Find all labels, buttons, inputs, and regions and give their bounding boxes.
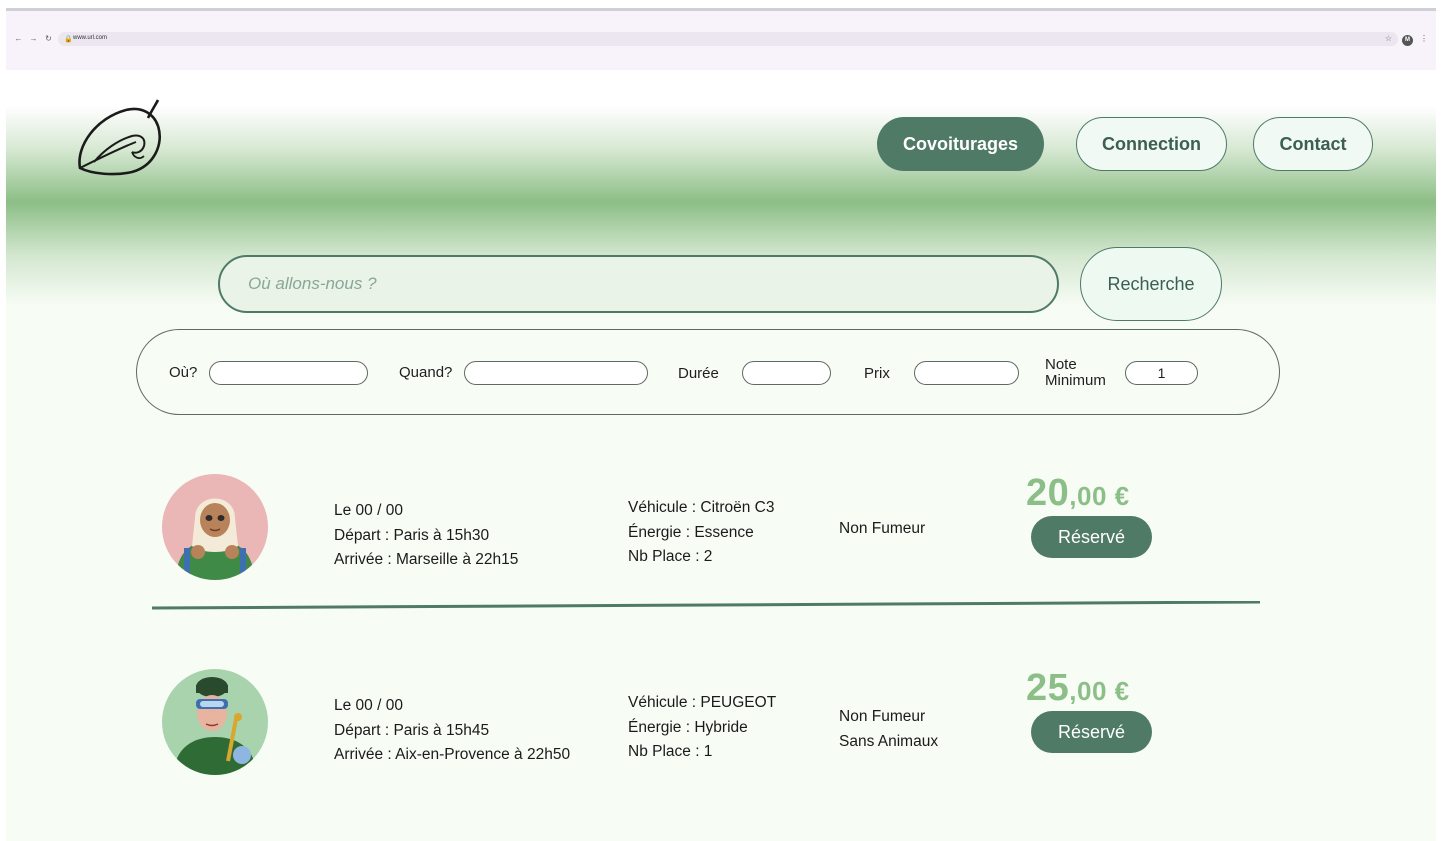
ride-vehicle: Véhicule : PEUGEOT [628,694,777,711]
ride-vehicle-info: Véhicule : Citroën C3 Énergie : Essence … [628,496,774,570]
driver-avatar[interactable] [162,669,268,775]
filter-duration-label: Durée [678,365,719,382]
ride-departure: Départ : Paris à 15h45 [334,721,490,739]
search-button[interactable]: Recherche [1080,247,1222,321]
driver-avatar[interactable] [162,474,268,580]
reserve-button[interactable]: Réservé [1031,516,1152,558]
filter-when-label: Quand? [399,364,453,381]
ride-card: Le 00 / 00 Départ : Paris à 15h45 Arrivé… [6,667,1436,789]
reload-icon[interactable]: ↻ [44,34,53,43]
address-bar[interactable]: 🔒 www.url.com ☆ [58,32,1398,46]
nav-connection-button[interactable]: Connection [1076,117,1227,171]
ride-price-decimal: ,00 € [1069,676,1130,706]
ride-schedule: Le 00 / 00 Départ : Paris à 15h30 Arrivé… [334,499,518,573]
reserve-button[interactable]: Réservé [1031,711,1152,753]
ride-seats: Nb Place : 1 [628,743,713,760]
ride-arrival: Arrivée : Aix-en-Provence à 22h50 [334,746,571,763]
ride-schedule: Le 00 / 00 Départ : Paris à 15h45 Arrivé… [334,694,570,768]
ride-price-integer: 20 [1026,472,1070,514]
ride-pref: Non Fumeur [839,520,926,537]
ride-energy: Énergie : Essence [628,523,754,541]
filter-rating-label-line2: Minimum [1045,372,1106,389]
ride-price: 20,00 € [1026,472,1130,515]
ride-departure: Départ : Paris à 15h30 [334,526,490,544]
browser-toolbar: ← → ↻ 🔒 www.url.com ☆ M ⋮ [6,11,1436,70]
lock-icon: 🔒 [64,36,73,43]
ride-price: 25,00 € [1026,667,1130,710]
ride-arrival: Arrivée : Marseille à 22h15 [334,551,519,568]
filter-rating-input[interactable]: 1 [1125,361,1198,385]
leaf-logo-icon[interactable] [74,96,166,176]
browser-menu-icon[interactable]: ⋮ [1420,34,1428,43]
ride-card: Le 00 / 00 Départ : Paris à 15h30 Arrivé… [6,472,1436,594]
bookmark-star-icon[interactable]: ☆ [1385,34,1392,43]
filter-where-label: Où? [169,364,198,381]
back-icon[interactable]: ← [14,34,23,43]
search-input[interactable] [218,255,1059,313]
header-top-space [6,70,1436,106]
page-frame: ← → ↻ 🔒 www.url.com ☆ M ⋮ Covoiturages C… [6,8,1436,841]
filter-bar: Où? Quand? Durée Prix Note Minimum 1 [136,329,1280,415]
browser-nav: ← → ↻ [14,34,53,43]
url-text[interactable]: www.url.com [73,35,107,41]
driver-avatar-illustration [162,669,268,775]
nav-contact-button[interactable]: Contact [1253,117,1373,171]
ride-pref: Sans Animaux [839,732,939,750]
nav-covoiturages-button[interactable]: Covoiturages [877,117,1044,171]
profile-avatar[interactable]: M [1402,35,1413,46]
filter-duration-input[interactable] [742,361,831,385]
ride-date: Le 00 / 00 [334,502,403,519]
forward-icon[interactable]: → [29,34,38,43]
ride-energy: Énergie : Hybride [628,718,748,736]
ride-vehicle: Véhicule : Citroën C3 [628,499,775,516]
ride-preferences: Non Fumeur [839,517,925,542]
ride-price-integer: 25 [1026,667,1070,709]
ride-preferences: Non Fumeur Sans Animaux [839,705,938,754]
ride-pref: Non Fumeur [839,708,926,725]
ride-price-decimal: ,00 € [1069,481,1130,511]
filter-when-input[interactable] [464,361,648,385]
ride-seats: Nb Place : 2 [628,548,713,565]
filter-price-label: Prix [864,365,890,382]
filter-price-input[interactable] [914,361,1019,385]
ride-date: Le 00 / 00 [334,697,403,714]
driver-avatar-illustration [162,474,268,580]
filter-rating-label-line1: Note [1045,356,1077,373]
ride-divider [152,601,1260,610]
filter-where-input[interactable] [209,361,368,385]
ride-vehicle-info: Véhicule : PEUGEOT Énergie : Hybride Nb … [628,691,776,765]
filter-rating-label: Note Minimum [1045,357,1106,389]
